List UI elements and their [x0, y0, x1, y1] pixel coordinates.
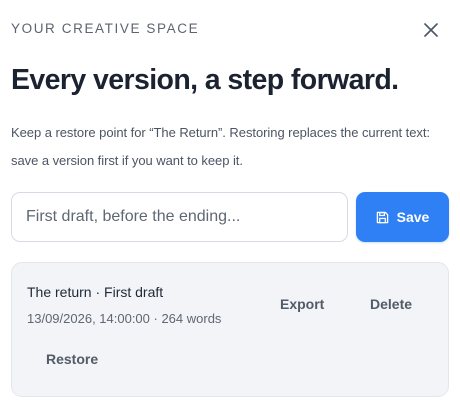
version-title: The return · First draft: [27, 284, 164, 300]
save-button[interactable]: Save: [356, 192, 449, 242]
delete-button[interactable]: Delete: [370, 296, 412, 312]
restore-button[interactable]: Restore: [46, 351, 98, 367]
version-name-input[interactable]: [11, 192, 348, 242]
export-button[interactable]: Export: [280, 296, 324, 312]
floppy-disk-icon: [376, 211, 388, 223]
dialog-eyebrow: YOUR CREATIVE SPACE: [11, 21, 200, 36]
dialog-description: Keep a restore point for “The Return”. R…: [11, 125, 430, 168]
page-title: Every version, a step forward.: [11, 64, 399, 96]
close-button[interactable]: [420, 19, 442, 41]
close-icon: [424, 23, 438, 37]
version-meta: 13/09/2026, 14:00:00 · 264 words: [27, 311, 222, 326]
version-list-item: The return · First draft 13/09/2026, 14:…: [11, 262, 449, 397]
save-button-label: Save: [396, 209, 430, 225]
